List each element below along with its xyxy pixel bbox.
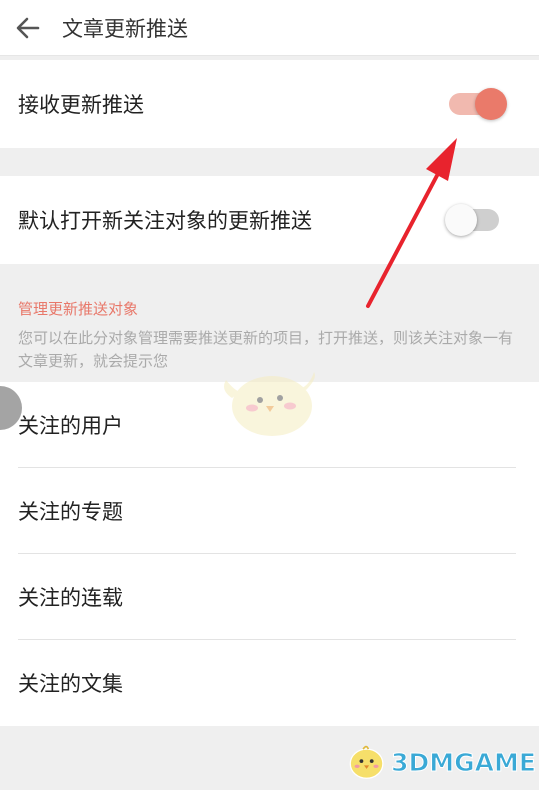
list-item-followed-collections[interactable]: 关注的文集 <box>0 640 539 726</box>
page-title: 文章更新推送 <box>62 16 188 41</box>
default-open-push-toggle[interactable] <box>445 204 499 236</box>
manage-section-title: 管理更新推送对象 <box>18 300 139 318</box>
watermark: 3DMGAME <box>346 738 536 786</box>
list-item-followed-serials[interactable]: 关注的连载 <box>0 554 539 640</box>
back-button[interactable] <box>0 0 56 56</box>
receive-push-label: 接收更新推送 <box>18 93 144 117</box>
toggle-knob <box>475 88 507 120</box>
watermark-text: 3DMGAME <box>391 747 537 777</box>
list-item-label: 关注的专题 <box>18 500 123 524</box>
default-open-push-row: 默认打开新关注对象的更新推送 <box>0 176 539 264</box>
app-header: 文章更新推送 <box>0 0 539 56</box>
followed-list: 关注的用户 关注的专题 关注的连载 关注的文集 <box>0 382 539 726</box>
list-item-label: 关注的文集 <box>18 672 123 696</box>
receive-push-toggle[interactable] <box>449 88 507 120</box>
toggle-knob <box>445 204 477 236</box>
list-item-label: 关注的连载 <box>18 586 123 610</box>
list-item-label: 关注的用户 <box>18 414 123 438</box>
receive-push-row: 接收更新推送 <box>0 60 539 148</box>
chick-logo-icon <box>349 745 384 779</box>
back-arrow-icon <box>16 17 40 38</box>
list-item-followed-users[interactable]: 关注的用户 <box>0 382 539 468</box>
manage-section-description: 您可以在此分对象管理需要推送更新的项目，打开推送，则该关注对象一有文章更新，就会… <box>18 329 514 370</box>
list-item-followed-topics[interactable]: 关注的专题 <box>0 468 539 554</box>
default-open-push-label: 默认打开新关注对象的更新推送 <box>18 209 312 233</box>
